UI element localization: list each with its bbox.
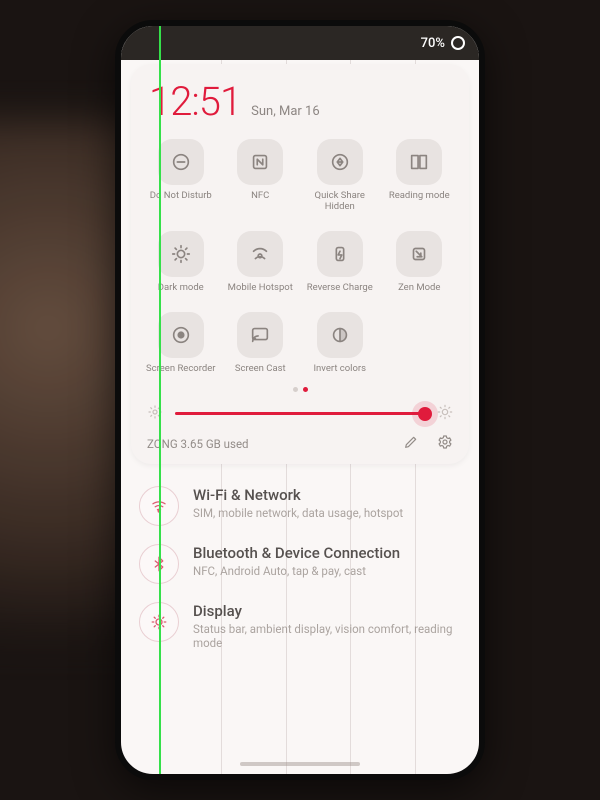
data-usage: ZONG 3.65 GB used (147, 437, 249, 451)
clock-time: 12:51 (149, 78, 241, 125)
battery-ring-icon (451, 36, 465, 50)
settings-row-bluetooth[interactable]: Bluetooth & Device Connection NFC, Androi… (139, 544, 461, 584)
battery-percent: 70% (421, 36, 445, 51)
settings-row-wifi-network[interactable]: Wi-Fi & Network SIM, mobile network, data… (139, 486, 461, 526)
tile-reverse-charge[interactable]: Reverse Charge (304, 231, 376, 294)
tile-label: Mobile Hotspot (228, 283, 293, 294)
tile-reading-mode[interactable]: Reading mode (384, 139, 456, 213)
tile-label: Reverse Charge (307, 283, 373, 294)
quick-settings-grid: Do Not Disturb NFC Quick Share Hidden Readi… (145, 139, 455, 375)
settings-list: Wi-Fi & Network SIM, mobile network, data… (121, 486, 479, 650)
quick-share-icon[interactable] (317, 139, 363, 185)
nfc-icon[interactable] (237, 139, 283, 185)
tile-nfc[interactable]: NFC (225, 139, 297, 213)
status-bar: 70% (121, 26, 479, 60)
tile-label: Quick Share Hidden (315, 191, 365, 213)
clock-date: Sun, Mar 16 (251, 104, 320, 119)
tile-quick-share[interactable]: Quick Share Hidden (304, 139, 376, 213)
screen-recorder-icon[interactable] (158, 312, 204, 358)
dark-mode-icon[interactable] (158, 231, 204, 277)
tile-dnd[interactable]: Do Not Disturb (145, 139, 217, 213)
nav-home-pill[interactable] (240, 762, 360, 766)
zen-mode-icon[interactable] (396, 231, 442, 277)
brightness-thumb[interactable] (418, 407, 432, 421)
settings-subtitle: SIM, mobile network, data usage, hotspot (193, 506, 403, 520)
tile-dark-mode[interactable]: Dark mode (145, 231, 217, 294)
tile-label: Screen Recorder (146, 364, 215, 375)
tile-label: Invert colors (313, 364, 366, 375)
tile-label: Zen Mode (398, 283, 440, 294)
brightness-track[interactable] (175, 412, 425, 415)
tile-label: Screen Cast (235, 364, 286, 375)
page-indicator[interactable] (145, 387, 455, 392)
tile-screen-cast[interactable]: Screen Cast (225, 312, 297, 375)
tile-label: Dark mode (158, 283, 204, 294)
screen-cast-icon[interactable] (237, 312, 283, 358)
screen-damage-line (159, 26, 161, 774)
invert-colors-icon[interactable] (317, 312, 363, 358)
settings-title: Display (193, 602, 461, 620)
tile-label: NFC (251, 191, 269, 202)
phone-frame: 70% 12:51 Sun, Mar 16 Do Not Disturb NFC Q… (115, 20, 485, 780)
quick-settings-panel: 12:51 Sun, Mar 16 Do Not Disturb NFC Quick… (131, 64, 469, 464)
mobile-hotspot-icon[interactable] (237, 231, 283, 277)
brightness-high-icon (437, 404, 453, 424)
settings-title: Wi-Fi & Network (193, 486, 403, 504)
tile-screen-recorder[interactable]: Screen Recorder (145, 312, 217, 375)
tile-label: Reading mode (389, 191, 450, 202)
reverse-charge-icon[interactable] (317, 231, 363, 277)
edit-tiles-button[interactable] (403, 434, 419, 454)
settings-subtitle: NFC, Android Auto, tap & pay, cast (193, 564, 400, 578)
tile-zen-mode[interactable]: Zen Mode (384, 231, 456, 294)
tile-invert-colors[interactable]: Invert colors (304, 312, 376, 375)
page-dot (293, 387, 298, 392)
dnd-icon[interactable] (158, 139, 204, 185)
brightness-slider[interactable] (147, 404, 453, 424)
settings-gear-button[interactable] (437, 434, 453, 454)
page-dot (303, 387, 308, 392)
settings-title: Bluetooth & Device Connection (193, 544, 400, 562)
reading-mode-icon[interactable] (396, 139, 442, 185)
settings-row-display[interactable]: Display Status bar, ambient display, visi… (139, 602, 461, 650)
settings-subtitle: Status bar, ambient display, vision comf… (193, 622, 461, 650)
tile-mobile-hotspot[interactable]: Mobile Hotspot (225, 231, 297, 294)
